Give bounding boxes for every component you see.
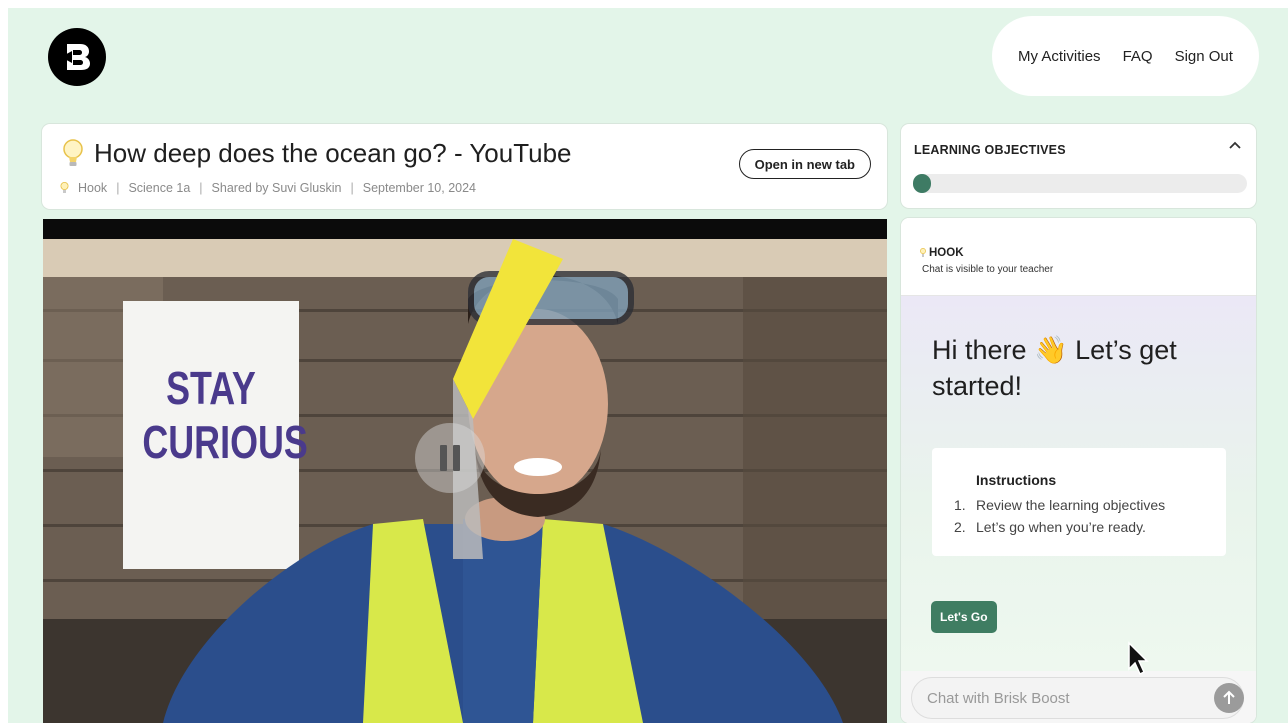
chat-panel: HOOK Chat is visible to your teacher Hi …: [901, 218, 1256, 723]
learning-objectives-title: LEARNING OBJECTIVES: [914, 143, 1066, 157]
lightbulb-small-icon: [60, 182, 69, 193]
instruction-step: 2. Let’s go when you’re ready.: [954, 519, 1146, 535]
objectives-progress-track: [913, 174, 1247, 193]
poster-line-2: CURIOUS: [142, 416, 308, 468]
arrow-up-icon: [1223, 690, 1235, 704]
lightbulb-icon: [63, 138, 83, 166]
send-button[interactable]: [1214, 683, 1244, 713]
meta-separator: |: [350, 181, 354, 195]
poster-line-1: STAY: [166, 362, 256, 414]
nav-faq[interactable]: FAQ: [1123, 48, 1153, 65]
nav-sign-out[interactable]: Sign Out: [1175, 48, 1233, 65]
chat-messages: Hi there 👋 Let’s get started! Instructio…: [901, 296, 1256, 671]
poster-text: STAY CURIOUS: [142, 361, 308, 469]
chat-input[interactable]: [911, 677, 1244, 719]
meta-category: Hook: [78, 181, 108, 195]
meta-date: September 10, 2024: [362, 181, 477, 195]
nav-my-activities[interactable]: My Activities: [1018, 48, 1101, 65]
chat-visibility-note: Chat is visible to your teacher: [922, 264, 1054, 275]
meta-separator: |: [116, 181, 120, 195]
resource-header-card: How deep does the ocean go? - YouTube Ho…: [42, 124, 887, 209]
video-player[interactable]: STAY CURIOUS: [43, 219, 887, 723]
pause-icon-bar: [453, 445, 460, 471]
instruction-step: 1. Review the learning objectives: [954, 497, 1166, 513]
lets-go-button[interactable]: Let's Go: [931, 601, 997, 633]
pause-icon-bar: [440, 445, 447, 471]
meta-separator: |: [199, 181, 203, 195]
meta-class: Science 1a: [128, 181, 191, 195]
objectives-progress-fill: [913, 174, 932, 193]
pause-button[interactable]: [415, 423, 485, 493]
top-nav: My Activities FAQ Sign Out: [992, 16, 1259, 96]
instructions-title: Instructions: [976, 472, 1057, 488]
open-in-new-tab-button[interactable]: Open in new tab: [738, 149, 871, 179]
instructions-box: Instructions 1. Review the learning objec…: [932, 448, 1226, 556]
chat-header: HOOK Chat is visible to your teacher: [901, 218, 1256, 296]
instructions-list: 1. Review the learning objectives 2. Let’s…: [954, 494, 1165, 538]
hook-label: HOOK: [929, 247, 964, 259]
lightbulb-small-icon: [920, 248, 926, 257]
chevron-up-icon[interactable]: [1228, 140, 1242, 150]
resource-meta: Hook | Science 1a | Shared by Suvi Glusk…: [60, 181, 476, 195]
learning-objectives-card[interactable]: LEARNING OBJECTIVES: [901, 124, 1256, 208]
greeting-message: Hi there 👋 Let’s get started!: [932, 335, 1177, 401]
chat-input-area: [901, 671, 1256, 723]
logo-mark-icon: [61, 44, 90, 70]
mouse-cursor-icon: [1128, 641, 1149, 676]
brisk-logo[interactable]: [48, 28, 106, 86]
meta-shared-by: Shared by Suvi Gluskin: [211, 181, 342, 195]
resource-title: How deep does the ocean go? - YouTube: [94, 138, 572, 168]
